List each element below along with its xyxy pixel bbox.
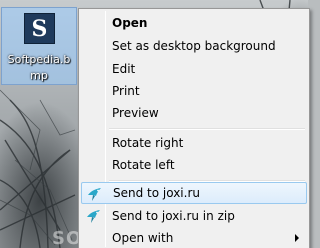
joxi-bird-icon <box>88 188 101 201</box>
menu-item-label: Send to joxi.ru <box>113 186 200 200</box>
desktop-file-icon[interactable]: S Softpedia.bmp <box>1 7 77 85</box>
menu-item-open-with[interactable]: Open with <box>81 227 307 248</box>
menu-item-label: Send to joxi.ru in zip <box>112 209 235 223</box>
desktop-file-name: Softpedia.bmp <box>7 53 71 82</box>
menu-item-send-to-joxi-zip[interactable]: Send to joxi.ru in zip <box>81 205 307 227</box>
menu-item-label: Preview <box>112 106 159 120</box>
menu-item-label: Rotate right <box>112 136 184 150</box>
menu-item-rotate-right[interactable]: Rotate right <box>81 132 307 154</box>
menu-item-print[interactable]: Print <box>81 80 307 102</box>
menu-item-open[interactable]: Open <box>81 12 307 34</box>
menu-item-set-desktop-background[interactable]: Set as desktop background <box>81 35 307 57</box>
context-menu: Open Set as desktop background Edit Prin… <box>78 8 310 248</box>
menu-separator <box>109 128 305 130</box>
menu-item-preview[interactable]: Preview <box>81 102 307 124</box>
menu-item-label: Open <box>112 16 148 30</box>
menu-item-label: Set as desktop background <box>112 39 276 53</box>
menu-item-label: Print <box>112 84 140 98</box>
joxi-bird-icon <box>87 210 100 223</box>
softpedia-logo-glyph: S <box>31 15 48 42</box>
menu-item-label: Open with <box>112 231 174 245</box>
menu-item-rotate-left[interactable]: Rotate left <box>81 154 307 176</box>
softpedia-logo-icon: S <box>24 13 55 44</box>
menu-item-label: Edit <box>112 62 136 76</box>
menu-item-edit[interactable]: Edit <box>81 58 307 80</box>
submenu-arrow-icon <box>295 234 299 242</box>
menu-item-label: Rotate left <box>112 158 175 172</box>
menu-item-send-to-joxi[interactable]: Send to joxi.ru <box>81 182 307 204</box>
